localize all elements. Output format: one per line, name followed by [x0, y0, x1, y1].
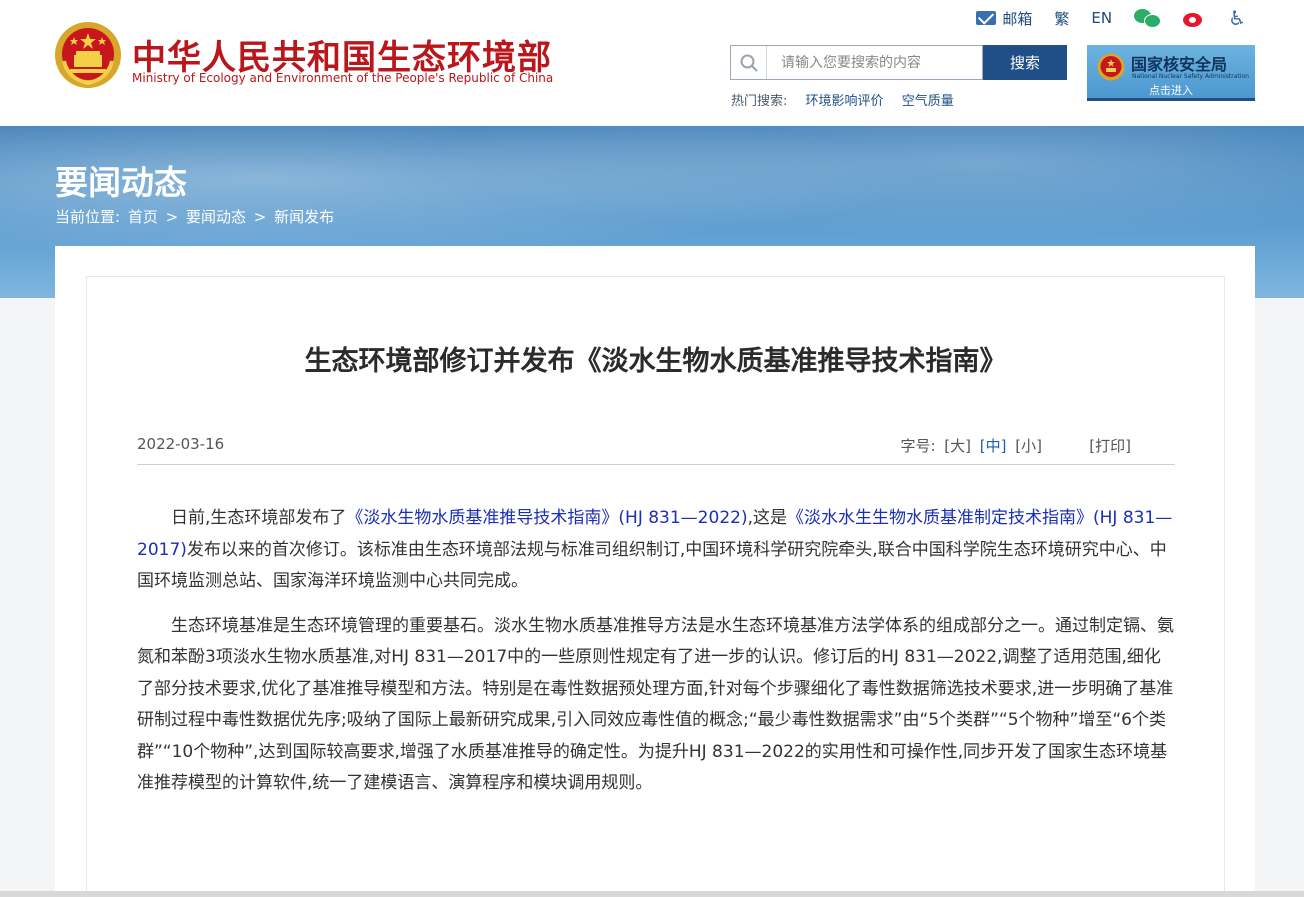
english-link[interactable]: EN: [1091, 9, 1112, 27]
hot-searches: 热门搜索: 环境影响评价 空气质量: [731, 90, 968, 109]
hot-search-keyword[interactable]: 空气质量: [902, 94, 954, 109]
nnsa-emblem-icon: [1097, 53, 1125, 81]
hot-search-label: 热门搜索:: [731, 94, 788, 109]
font-size-small[interactable]: [小]: [1015, 437, 1042, 455]
top-links: 邮箱 繁 EN ♿: [954, 6, 1246, 30]
breadcrumb-separator: >: [253, 208, 267, 226]
nnsa-name: 国家核安全局: [1131, 55, 1228, 74]
article-body: 日前,生态环境部发布了《淡水生物水质基准推导技术指南》(HJ 831—2022)…: [137, 503, 1177, 813]
nnsa-english: National Nuclear Safety Administration: [1132, 73, 1249, 80]
nnsa-enter: 点击进入: [1149, 84, 1193, 97]
mail-link[interactable]: 邮箱: [976, 8, 1032, 29]
article-card: 生态环境部修订并发布《淡水生物水质基准推导技术指南》 2022-03-16 字号…: [86, 276, 1225, 897]
standard-link[interactable]: 《淡水生物水质基准推导技术指南》(HJ 831—2022): [346, 508, 747, 528]
mail-icon: [976, 11, 997, 25]
search-icon: [731, 46, 767, 79]
paragraph-text: 发布以来的首次修订。该标准由生态环境部法规与标准司组织制订,中国环境科学研究院牵…: [137, 539, 1167, 592]
print-button[interactable]: [打印]: [1089, 435, 1131, 456]
national-emblem-icon[interactable]: [54, 21, 122, 89]
paragraph-text: 日前,生态环境部发布了: [171, 508, 347, 528]
article-title: 生态环境部修订并发布《淡水生物水质基准推导技术指南》: [304, 346, 1007, 377]
font-size-medium[interactable]: [中]: [980, 437, 1007, 455]
search-box: [730, 45, 983, 80]
search-button[interactable]: 搜索: [983, 45, 1067, 80]
breadcrumb: 当前位置: 首页 > 要闻动态 > 新闻发布: [55, 206, 337, 227]
search-input[interactable]: [767, 46, 977, 79]
accessibility-link[interactable]: ♿: [1228, 6, 1246, 30]
accessibility-icon: ♿: [1228, 6, 1246, 30]
font-size-controls: 字号: [大] [中] [小]: [896, 435, 1042, 456]
wechat-icon: [1134, 8, 1162, 28]
paragraph-text: ,这是: [747, 508, 787, 528]
section-title: 要闻动态: [55, 163, 187, 202]
breadcrumb-release[interactable]: 新闻发布: [274, 208, 334, 226]
wechat-link[interactable]: [1134, 8, 1162, 28]
nnsa-banner-link[interactable]: 国家核安全局 National Nuclear Safety Administr…: [1087, 45, 1255, 101]
font-size-large[interactable]: [大]: [944, 437, 971, 455]
weibo-link[interactable]: [1182, 8, 1206, 28]
site-header: 中华人民共和国生态环境部 Ministry of Ecology and Env…: [0, 0, 1304, 126]
article-meta: 2022-03-16 字号: [大] [中] [小] [打印]: [137, 421, 1175, 465]
paragraph: 日前,生态环境部发布了《淡水生物水质基准推导技术指南》(HJ 831—2022)…: [137, 503, 1177, 598]
hot-search-keyword[interactable]: 环境影响评价: [806, 94, 884, 109]
breadcrumb-news[interactable]: 要闻动态: [186, 208, 246, 226]
mail-label: 邮箱: [1002, 9, 1033, 28]
weibo-icon: [1182, 8, 1206, 28]
breadcrumb-label: 当前位置:: [55, 208, 121, 226]
font-size-label: 字号:: [900, 437, 936, 455]
article-date: 2022-03-16: [137, 435, 225, 453]
paragraph: 生态环境基准是生态环境管理的重要基石。淡水生物水质基准推导方法是水生态环境基准方…: [137, 615, 1174, 794]
breadcrumb-home[interactable]: 首页: [128, 208, 158, 226]
site-subtitle: Ministry of Ecology and Environment of t…: [132, 71, 554, 85]
traditional-chinese-link[interactable]: 繁: [1054, 8, 1069, 29]
breadcrumb-separator: >: [165, 208, 179, 226]
horizontal-scrollbar[interactable]: [0, 891, 1304, 897]
